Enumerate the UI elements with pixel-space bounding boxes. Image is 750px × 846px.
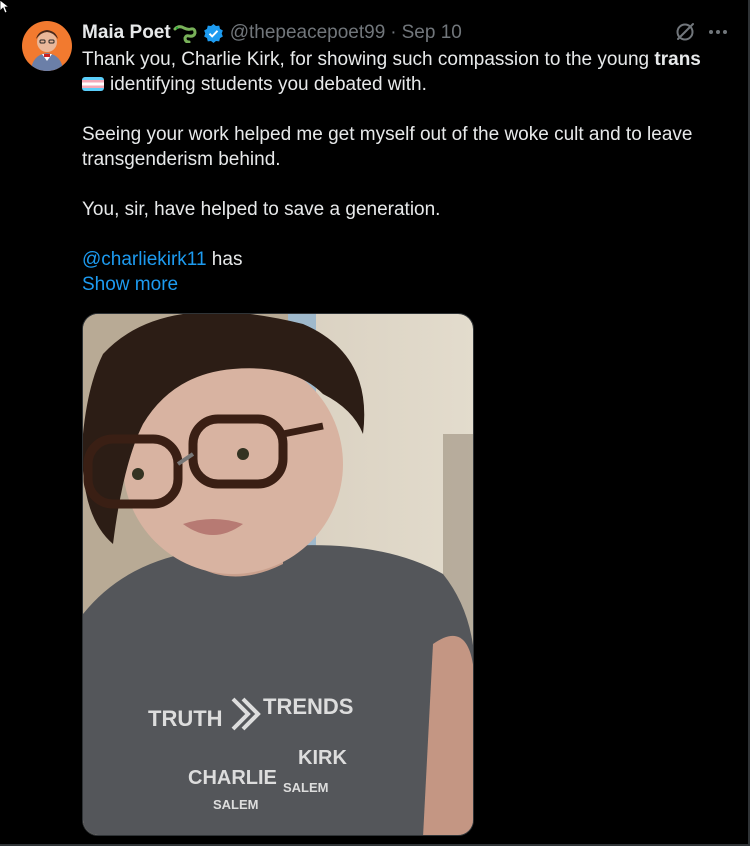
- tweet-line-2-text: identifying students you debated with.: [110, 74, 427, 95]
- after-mention-text: has: [206, 249, 243, 270]
- trans-keyword[interactable]: trans: [654, 49, 700, 70]
- shirt-text-salem-1: SALEM: [213, 797, 259, 812]
- shirt-text-truth: TRUTH: [148, 706, 223, 731]
- tweet-date[interactable]: Sep 10: [402, 22, 462, 44]
- author-name[interactable]: Maia Poet: [82, 22, 171, 44]
- lizard-icon: [173, 23, 197, 43]
- transgender-flag-icon: [82, 77, 104, 91]
- shirt-text-charlie: CHARLIE: [188, 767, 277, 789]
- tweet-paragraph-3: You, sir, have helped to save a generati…: [82, 199, 441, 220]
- grok-icon[interactable]: [674, 21, 696, 43]
- tweet-paragraph-4: @charliekirk11 has: [82, 247, 722, 272]
- tweet-line-1: Thank you, Charlie Kirk, for showing suc…: [82, 47, 722, 72]
- tweet-line-2: identifying students you debated with.: [82, 72, 722, 97]
- tweet-line-1-text: Thank you, Charlie Kirk, for showing suc…: [82, 49, 655, 70]
- separator-dot: ·: [390, 22, 397, 43]
- tweet-paragraph-2: Seeing your work helped me get myself ou…: [82, 124, 693, 170]
- more-options-icon[interactable]: [707, 23, 729, 41]
- tweet-text: Thank you, Charlie Kirk, for showing suc…: [82, 47, 722, 297]
- cursor-icon: [0, 0, 10, 14]
- shirt-text-kirk: KIRK: [298, 747, 347, 769]
- mention-link[interactable]: @charliekirk11: [82, 249, 207, 270]
- shirt-text-salem-2: SALEM: [283, 780, 329, 795]
- tweet-photo[interactable]: TRUTH TRENDS CHARLIE KIRK SALEM SALEM: [82, 313, 474, 836]
- author-handle[interactable]: @thepeacepoet99: [230, 22, 386, 44]
- tweet-header: Maia Poet @thepeacepoet99 · Sep 10: [82, 19, 462, 47]
- verified-badge-icon[interactable]: [203, 23, 224, 44]
- show-more-link[interactable]: Show more: [82, 274, 178, 295]
- author-avatar[interactable]: [22, 21, 72, 71]
- shirt-text-trends: TRENDS: [263, 694, 353, 719]
